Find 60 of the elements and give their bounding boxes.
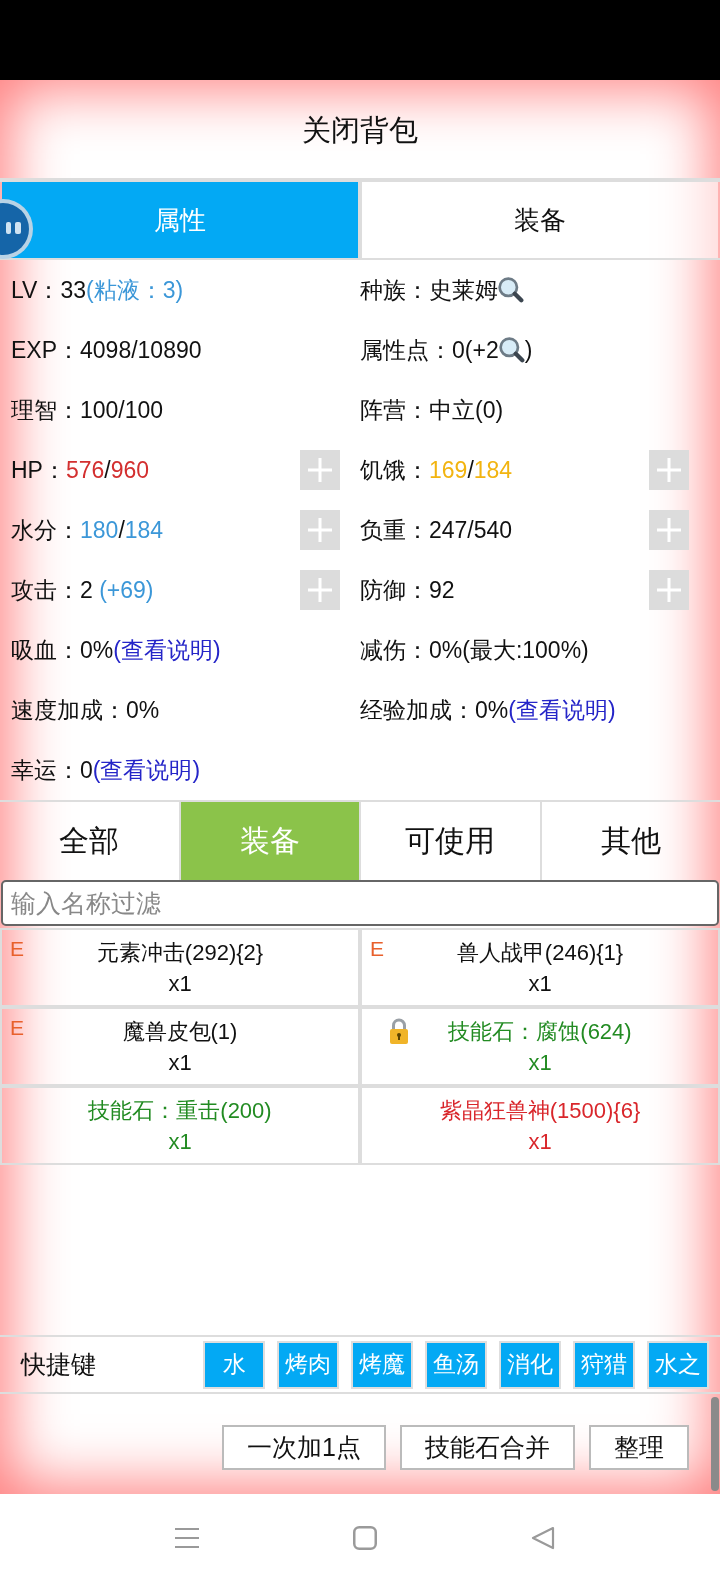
item-count: x1 — [528, 1128, 552, 1156]
item-card[interactable]: E 兽人战甲(246){1} x1 — [360, 928, 720, 1007]
stat-text: 减伤：0%(最大:100%) — [360, 635, 589, 665]
help-link[interactable]: (查看说明) — [508, 694, 616, 726]
stat-text: 速度加成：0% — [11, 695, 160, 725]
plus-icon — [308, 518, 332, 542]
close-bag-button[interactable]: 关闭背包 — [292, 107, 428, 155]
action-button[interactable]: 技能石合并 — [400, 1424, 575, 1470]
item-count: x1 — [168, 1049, 192, 1077]
equip-marker: E — [10, 936, 24, 962]
stat-text: EXP：4098/10890 — [11, 335, 202, 365]
stat-text: 属性点：0(+2 ) — [360, 335, 533, 365]
menu-icon[interactable] — [175, 1526, 199, 1550]
item-count: x1 — [168, 1128, 192, 1156]
item-name: 技能石：腐蚀(624) — [448, 1018, 632, 1046]
stat-text: 幸运：0(查看说明) — [11, 754, 201, 786]
stat-text: LV：33(粘液：3) — [11, 275, 184, 305]
help-link[interactable]: (查看说明) — [92, 754, 201, 786]
stat-text: 防御：92 — [360, 575, 455, 605]
stat-text: 负重：247/540 — [360, 515, 513, 545]
stat-text: HP：576/960 — [11, 455, 150, 485]
stat-text: 阵营：中立(0) — [360, 395, 504, 425]
tab[interactable]: 装备 — [358, 182, 718, 258]
stat-text: 水分：180/184 — [11, 515, 164, 545]
equip-marker: E — [370, 936, 384, 962]
plus-icon — [657, 518, 681, 542]
item-name: 魔兽皮包(1) — [122, 1018, 238, 1046]
item-card[interactable]: 技能石：腐蚀(624) x1 — [360, 1007, 720, 1086]
shortcut-label: 快捷键 — [21, 1349, 97, 1380]
plus-icon — [308, 458, 332, 482]
item-name: 元素冲击(292){2} — [96, 939, 264, 967]
item-card[interactable]: 紫晶狂兽神(1500){6} x1 — [360, 1086, 720, 1165]
item-name: 兽人战甲(246){1} — [456, 939, 624, 967]
back-icon[interactable] — [531, 1526, 555, 1550]
item-card[interactable]: E 魔兽皮包(1) x1 — [0, 1007, 360, 1086]
help-link[interactable]: (查看说明) — [113, 634, 221, 666]
search-icon[interactable] — [498, 277, 524, 303]
action-button[interactable]: 一次加1点 — [222, 1424, 386, 1470]
item-count: x1 — [528, 1049, 552, 1077]
stat-text: 种族：史莱姆 — [360, 274, 524, 306]
equip-marker: E — [10, 1015, 24, 1041]
stat-text: 攻击：2 (+69) — [11, 575, 154, 605]
filter-field[interactable]: 输入名称过滤 — [1, 880, 719, 926]
plus-icon — [657, 578, 681, 602]
stat-text: 饥饿：169/184 — [360, 455, 513, 485]
item-card[interactable]: E 元素冲击(292){2} x1 — [0, 928, 360, 1007]
item-card[interactable]: 技能石：重击(200) x1 — [0, 1086, 360, 1165]
search-icon[interactable] — [498, 337, 525, 363]
plus-icon — [308, 578, 332, 602]
item-name: 技能石：重击(200) — [88, 1097, 272, 1125]
item-name: 紫晶狂兽神(1500){6} — [439, 1097, 641, 1125]
stat-text: 吸血：0%(查看说明) — [11, 634, 221, 666]
item-count: x1 — [168, 970, 192, 998]
filter-tab[interactable]: 全部 — [0, 802, 179, 880]
stat-text: 理智：100/100 — [11, 395, 164, 425]
stat-text: 经验加成：0%(查看说明) — [360, 694, 616, 726]
item-count: x1 — [528, 970, 552, 998]
plus-icon — [657, 458, 681, 482]
square-icon[interactable] — [353, 1526, 377, 1550]
action-button[interactable]: 整理 — [589, 1424, 689, 1470]
